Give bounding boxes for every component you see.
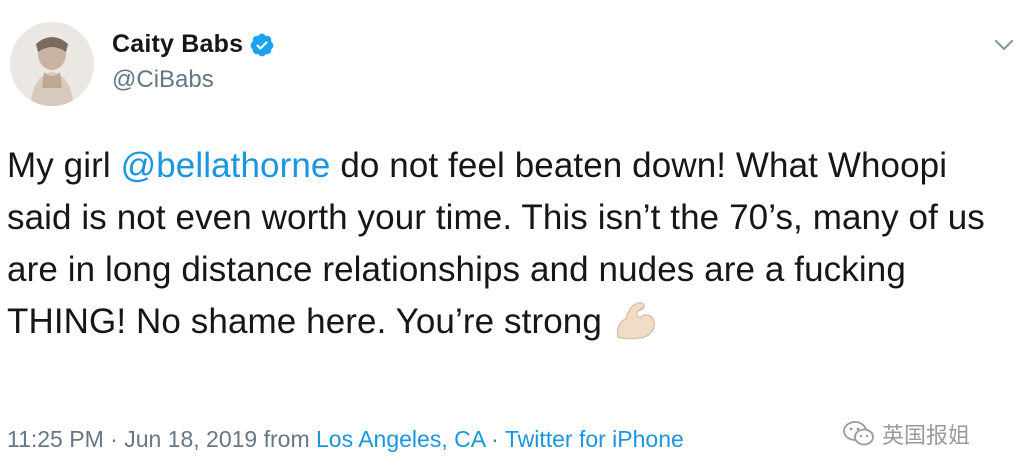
meta-from: from [257, 426, 316, 452]
wechat-icon [843, 421, 874, 446]
meta-separator: · [103, 426, 125, 452]
watermark: 英国报姐 [842, 418, 970, 450]
location-link[interactable]: Los Angeles, CA [316, 426, 485, 452]
tweet-card: Caity Babs @CiBabs My girl @bellathorne … [0, 0, 1024, 475]
source-link[interactable]: Twitter for iPhone [505, 426, 684, 452]
flexed-biceps-icon [616, 301, 655, 340]
avatar[interactable] [10, 22, 94, 106]
mention-link[interactable]: @bellathorne [121, 146, 331, 185]
tweet-text: My girl @bellathorne do not feel beaten … [7, 140, 1012, 348]
avatar-photo [10, 22, 94, 106]
verified-badge-icon [250, 33, 274, 56]
chevron-down-icon[interactable] [994, 38, 1014, 52]
tweet-text-part: My girl [7, 146, 121, 185]
user-handle[interactable]: @CiBabs [112, 66, 214, 94]
tweet-meta: 11:25 PM · Jun 18, 2019 from Los Angeles… [7, 426, 684, 453]
user-name-row: Caity Babs [112, 30, 275, 59]
tweet-time[interactable]: 11:25 PM [7, 426, 104, 452]
watermark-text: 英国报姐 [882, 424, 971, 449]
meta-separator: · [484, 426, 505, 452]
tweet-date[interactable]: Jun 18, 2019 [124, 426, 257, 452]
display-name[interactable]: Caity Babs [112, 30, 243, 59]
